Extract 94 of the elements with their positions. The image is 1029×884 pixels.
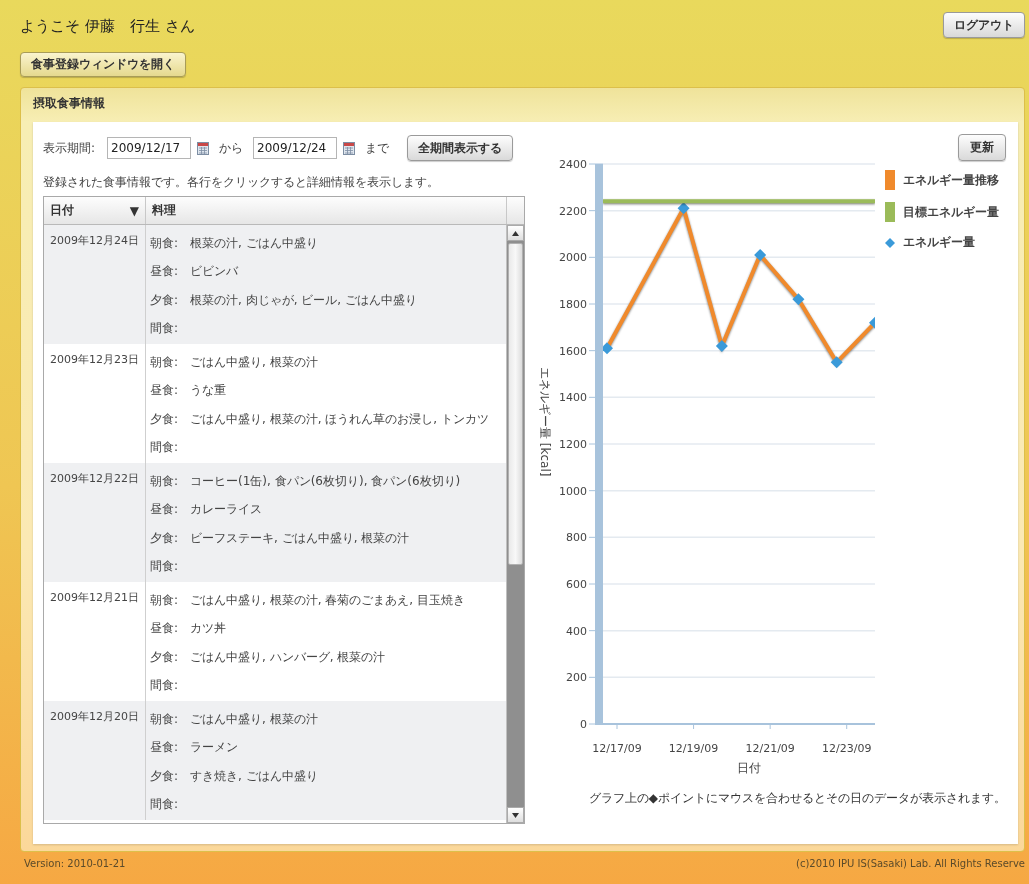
meal-label: 朝食: (149, 591, 180, 609)
meal-label: 間食: (149, 796, 180, 814)
scrollbar[interactable] (506, 225, 524, 823)
meal-items: ビーフステーキ, ごはん中盛り, 根菜の汁 (190, 529, 410, 547)
x-axis-title: 日付 (737, 761, 761, 775)
meal-label: 昼食: (149, 620, 180, 638)
chart-note: グラフ上の◆ポイントにマウスを合わせるとその日のデータが表示されます。 (588, 790, 1006, 807)
legend-label: エネルギー量 (903, 234, 975, 251)
meal-label: 朝食: (149, 472, 180, 490)
data-point[interactable] (792, 293, 805, 306)
x-tick-label: 12/21/09 (745, 742, 795, 755)
y-tick-label: 1200 (559, 438, 587, 451)
calendar-icon[interactable] (197, 141, 210, 155)
date-cell: 2009年12月20日 (44, 701, 146, 820)
meal-label: 夕食: (149, 648, 180, 666)
column-header[interactable]: 日付 ▼ (44, 197, 146, 224)
meal-items: ごはん中盛り, ハンバーグ, 根菜の汁 (190, 648, 386, 666)
y-tick-label: 2000 (559, 251, 587, 265)
meal-label: 昼食: (149, 501, 180, 519)
open-meal-window-button[interactable]: 食事登録ウィンドウを開く (20, 52, 186, 77)
scroll-down-button[interactable] (507, 807, 524, 823)
data-point[interactable] (677, 202, 690, 215)
meal-items: ごはん中盛り, 根菜の汁, ほうれん草のお浸し, トンカツ (190, 410, 489, 428)
legend-label: エネルギー量推移 (903, 171, 999, 189)
show-all-button[interactable]: 全期間表示する (407, 135, 514, 161)
y-tick-label: 200 (566, 671, 587, 685)
table-row[interactable]: 2009年12月20日 朝食: ごはん中盛り, 根菜の汁 昼食: ラーメン 夕食: すき焼き, ごはん中盛り 間食: (44, 701, 506, 820)
legend-swatch (885, 170, 895, 190)
y-tick-label: 2400 (559, 158, 587, 171)
copyright-text: (c)2010 IPU IS(Sasaki) Lab. All Rights Reserve (796, 858, 1025, 869)
meal-label: 間食: (149, 677, 180, 695)
meal-label: 夕食: (149, 529, 180, 547)
legend-swatch (885, 202, 895, 222)
calendar-icon[interactable] (343, 141, 356, 155)
welcome-text: ようこそ 伊藤 行生 さん (20, 16, 195, 36)
meal-items: うな重 (190, 382, 226, 400)
x-tick-label: 12/17/09 (592, 742, 642, 755)
scroll-thumb[interactable] (508, 243, 523, 565)
meal-label: 昼食: (149, 739, 180, 757)
meal-items: ごはん中盛り, 根菜の汁 (190, 710, 318, 728)
meal-items: コーヒー(1缶), 食パン(6枚切り), 食パン(6枚切り) (190, 472, 461, 490)
y-tick-label: 0 (580, 718, 587, 731)
period-label: 表示期間: (43, 139, 96, 157)
x-tick-label: 12/19/09 (668, 742, 719, 755)
logout-button[interactable]: ログアウト (943, 12, 1025, 38)
meal-items: カレーライス (190, 501, 262, 519)
y-tick-label: 800 (566, 531, 587, 545)
refresh-button[interactable]: 更新 (958, 134, 1006, 161)
y-tick-label: 1800 (559, 298, 587, 311)
y-tick-label: 400 (566, 624, 587, 638)
column-header[interactable]: 料理 (146, 197, 507, 224)
meal-label: 朝食: (149, 353, 180, 371)
to-date-field[interactable]: 2009/12/24 (253, 137, 338, 159)
data-point[interactable] (754, 249, 767, 261)
up-arrow-icon (512, 230, 519, 236)
meal-items: ラーメン (190, 739, 238, 757)
meal-items: すき焼き, ごはん中盛り (190, 767, 318, 785)
y-tick-label: 1600 (559, 344, 587, 358)
data-point[interactable] (869, 316, 875, 329)
meal-label: 朝食: (149, 234, 180, 252)
legend-label: 目標エネルギー量 (903, 203, 999, 221)
meal-label: 昼食: (149, 263, 180, 281)
meal-label: 間食: (149, 558, 180, 576)
from-text: から (219, 139, 244, 157)
data-point[interactable] (715, 340, 728, 352)
meal-items: ごはん中盛り, 根菜の汁, 春菊のごまあえ, 目玉焼き (190, 591, 465, 609)
x-tick-label: 12/23/09 (822, 742, 872, 755)
y-tick-label: 1400 (559, 391, 587, 405)
data-point[interactable] (830, 356, 843, 369)
meal-label: 朝食: (149, 710, 180, 728)
down-arrow-icon (512, 812, 519, 818)
meal-items: ビビンバ (190, 263, 238, 281)
meal-label: 夕食: (149, 291, 180, 309)
meal-items: 根菜の汁, ごはん中盛り (190, 234, 318, 252)
table-row[interactable]: 2009年12月22日 朝食: コーヒー(1缶), 食パン(6枚切り), 食パン(6枚切り) 昼食: カレーライス 夕食: ビーフステーキ, ごはん中盛り, 根菜の汁 間食: (44, 463, 506, 582)
y-tick-label: 1000 (559, 484, 587, 498)
meal-label: 間食: (149, 439, 180, 457)
version-text: Version: 2010-01-21 (24, 858, 126, 869)
meal-label: 夕食: (149, 767, 180, 785)
panel-title: 摂取食事情報 (32, 95, 106, 112)
meal-label: 昼食: (149, 382, 180, 400)
y-tick-label: 600 (566, 578, 587, 591)
meal-items: 根菜の汁, 肉じゃが, ビール, ごはん中盛り (190, 291, 417, 309)
y-tick-label: 2200 (559, 204, 587, 218)
y-axis-title: エネルギー量 [kcal] (538, 367, 552, 477)
description-text: 登録された食事情報です。各行をクリックすると詳細情報を表示します。 (43, 174, 440, 191)
from-date-field[interactable]: 2009/12/17 (107, 137, 192, 159)
to-text: まで (365, 139, 390, 157)
meal-items: ごはん中盛り, 根菜の汁 (190, 353, 318, 371)
scroll-up-button[interactable] (507, 225, 524, 241)
table-row[interactable]: 2009年12月24日 朝食: 根菜の汁, ごはん中盛り 昼食: ビビンバ 夕食: 根菜の汁, 肉じゃが, ビール, ごはん中盛り 間食: (44, 225, 506, 344)
meal-items: カツ丼 (190, 620, 226, 638)
meal-label: 間食: (149, 320, 180, 338)
meal-label: 夕食: (149, 410, 180, 428)
